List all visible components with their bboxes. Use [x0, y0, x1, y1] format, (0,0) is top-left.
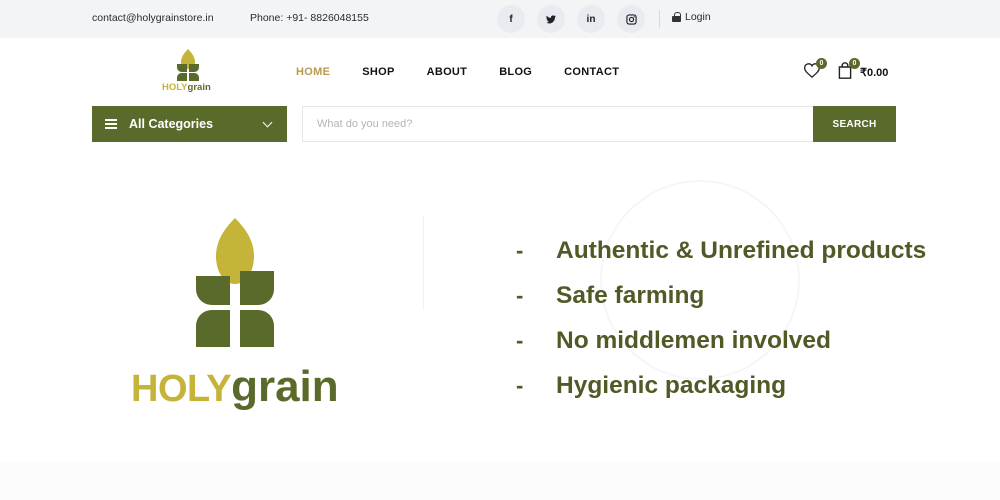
instagram-icon[interactable] [617, 5, 645, 33]
menu-icon [105, 119, 117, 129]
contact-email[interactable]: contact@holygrainstore.in [92, 12, 214, 24]
social-links: f in [497, 5, 645, 33]
nav-about[interactable]: ABOUT [427, 66, 468, 78]
nav-blog[interactable]: BLOG [499, 66, 532, 78]
banner-divider [423, 215, 424, 310]
login-label: Login [685, 11, 711, 23]
feature-item: - No middlemen involved [516, 318, 926, 363]
site-logo[interactable]: HOLYgrain [160, 48, 216, 94]
cart-button[interactable]: 0 [838, 58, 860, 80]
search-button[interactable]: SEARCH [813, 106, 896, 142]
lock-icon [672, 12, 681, 22]
feature-text: Authentic & Unrefined products [556, 236, 927, 264]
bullet-dash: - [516, 237, 524, 263]
main-nav: HOME SHOP ABOUT BLOG CONTACT [296, 66, 651, 78]
all-categories-label: All Categories [129, 117, 214, 131]
topbar-divider [659, 10, 660, 28]
nav-home[interactable]: HOME [296, 66, 330, 78]
banner-bottom-strip [0, 462, 1000, 500]
feature-item: - Safe farming [516, 273, 926, 318]
banner-brand-wordmark: HOLYgrain [131, 362, 339, 412]
feature-text: Safe farming [556, 281, 705, 309]
feature-list: - Authentic & Unrefined products - Safe fa… [516, 228, 926, 408]
nav-shop[interactable]: SHOP [362, 66, 394, 78]
feature-item: - Authentic & Unrefined products [516, 228, 926, 273]
nav-contact[interactable]: CONTACT [564, 66, 619, 78]
contact-phone: Phone: +91- 8826048155 [250, 12, 369, 24]
leaf-logo-icon [177, 49, 199, 81]
logo-text-holy: HOLY [162, 82, 188, 93]
feature-text: No middlemen involved [556, 326, 831, 354]
facebook-icon[interactable]: f [497, 5, 525, 33]
login-link[interactable]: Login [672, 11, 711, 23]
wishlist-count-badge: 0 [816, 58, 827, 69]
banner-logo-icon [190, 218, 280, 353]
brand-holy: HOLY [131, 368, 232, 410]
wishlist-button[interactable]: 0 [803, 58, 827, 79]
chevron-down-icon [262, 117, 273, 128]
bullet-dash: - [516, 282, 524, 308]
brand-grain: grain [231, 362, 339, 411]
feature-item: - Hygienic packaging [516, 363, 926, 408]
feature-text: Hygienic packaging [556, 371, 787, 399]
logo-text-grain: grain [187, 82, 211, 93]
cart-count-badge: 0 [849, 58, 860, 69]
linkedin-icon[interactable]: in [577, 5, 605, 33]
top-bar: contact@holygrainstore.in Phone: +91- 88… [0, 0, 1000, 38]
search-input[interactable] [302, 106, 813, 142]
logo-text: HOLYgrain [162, 82, 211, 93]
all-categories-dropdown[interactable]: All Categories [92, 106, 287, 142]
bullet-dash: - [516, 372, 524, 398]
cart-total[interactable]: ₹0.00 [860, 66, 888, 79]
twitter-icon[interactable] [537, 5, 565, 33]
bullet-dash: - [516, 327, 524, 353]
